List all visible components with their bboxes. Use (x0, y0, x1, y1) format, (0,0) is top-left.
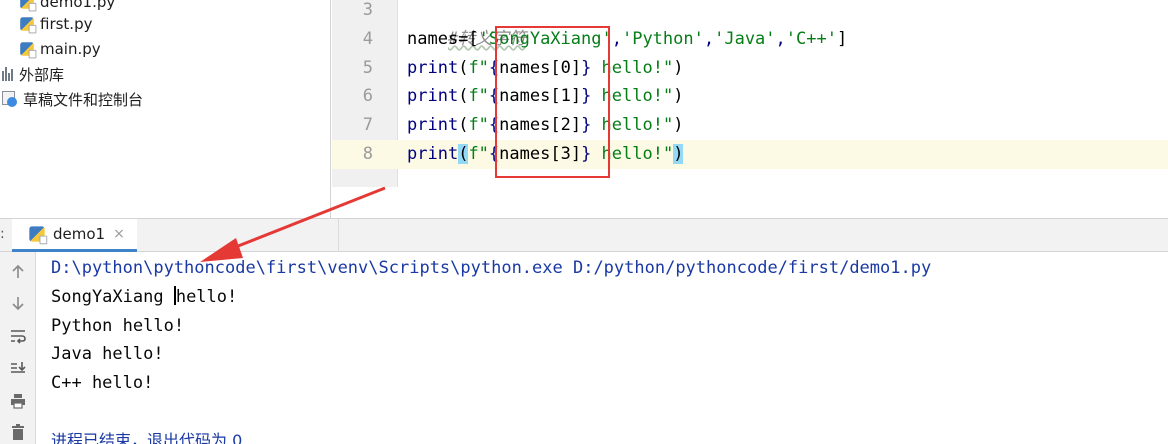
console-output-line: Java hello! (51, 344, 164, 364)
tree-item-scratches[interactable]: 草稿文件和控制台 (2, 87, 143, 111)
run-tool-window-header: : demo1 × (0, 218, 1168, 252)
code-string: 'C++' (785, 29, 837, 49)
code-string: f" (468, 86, 489, 106)
tree-item-label: demo1.py (40, 0, 116, 11)
tree-item-first[interactable]: first.py (19, 12, 92, 36)
line-number: 3 (362, 0, 373, 20)
scroll-to-end-icon[interactable] (8, 358, 28, 378)
console-output-line: C++ hello! (51, 373, 154, 393)
scratches-icon (2, 91, 18, 107)
arrow-down-icon[interactable] (8, 293, 28, 313)
code-token: , (611, 29, 622, 49)
code-function: print (407, 115, 459, 135)
code-token: ( (458, 86, 469, 106)
code-token: , (775, 29, 786, 49)
tree-item-label: first.py (40, 15, 93, 33)
line-number: 8 (362, 144, 373, 164)
code-token: ) (673, 58, 684, 78)
print-icon[interactable] (8, 391, 28, 411)
run-tab-label: demo1 (53, 225, 106, 243)
tree-item-external-libraries[interactable]: 外部库 (2, 62, 64, 86)
line-number: 7 (362, 115, 373, 135)
code-line: names=['SongYaXiang','Python','Java','C+… (407, 25, 847, 54)
tree-item-label: 外部库 (19, 65, 65, 84)
code-token: ( (458, 58, 469, 78)
python-file-icon (20, 42, 37, 59)
code-function: print (407, 58, 459, 78)
console-output-line: SongYaXiang hello! (51, 283, 237, 312)
code-string: 'Python' (621, 29, 704, 49)
line-number: 4 (362, 29, 373, 49)
code-token: ) (673, 115, 684, 135)
tree-item-label: main.py (40, 40, 101, 58)
code-function: print (407, 86, 459, 106)
console-output-line: Python hello! (51, 316, 185, 336)
console-text: hello! (175, 287, 238, 307)
line-number-gutter: 3 4 5 6 7 8 (332, 0, 398, 187)
tree-item-label: 草稿文件和控制台 (23, 90, 144, 109)
project-tree: demo1.py first.py main.py 外部库 草稿文件和控制台 (0, 0, 331, 218)
annotation-highlight-box (495, 26, 610, 178)
code-token: , (703, 29, 715, 49)
tree-item-main[interactable]: main.py (19, 37, 101, 61)
run-console[interactable]: D:\python\pythoncode\first\venv\Scripts\… (37, 252, 1168, 444)
soft-wrap-icon[interactable] (8, 326, 28, 346)
close-icon[interactable]: × (113, 226, 125, 242)
console-exit-message: 进程已结束，退出代码为 0 (51, 431, 243, 444)
console-text: SongYaXiang (51, 287, 174, 307)
code-token: ] (836, 29, 848, 49)
code-string: f" (468, 115, 489, 135)
run-header-glyph: : (0, 226, 5, 242)
code-string: f" (468, 58, 489, 78)
code-line: #转义字符 (407, 0, 526, 49)
header-divider (338, 219, 339, 252)
code-token: names=[ (407, 29, 479, 49)
matched-paren: ( (458, 144, 469, 164)
code-token: ) (673, 86, 684, 106)
tab-run-demo1[interactable]: demo1 × (12, 219, 137, 252)
code-token: ( (458, 115, 469, 135)
libraries-icon (2, 67, 15, 81)
python-file-icon (20, 17, 37, 34)
code-function: print (407, 144, 459, 164)
trash-icon[interactable] (8, 422, 28, 442)
python-file-icon (20, 0, 37, 12)
console-command-line: D:\python\pythoncode\first\venv\Scripts\… (51, 258, 932, 278)
run-toolbar (0, 252, 36, 444)
arrow-up-icon[interactable] (8, 262, 28, 282)
code-string: 'Java' (714, 29, 776, 49)
code-editor[interactable]: 3 4 5 6 7 8 #转义字符 names=['SongYaXiang','… (332, 0, 1168, 218)
code-string: f" (468, 144, 489, 164)
line-number: 5 (362, 58, 373, 78)
python-file-icon (29, 226, 48, 245)
matched-paren: ) (673, 144, 684, 164)
line-number: 6 (362, 86, 373, 106)
